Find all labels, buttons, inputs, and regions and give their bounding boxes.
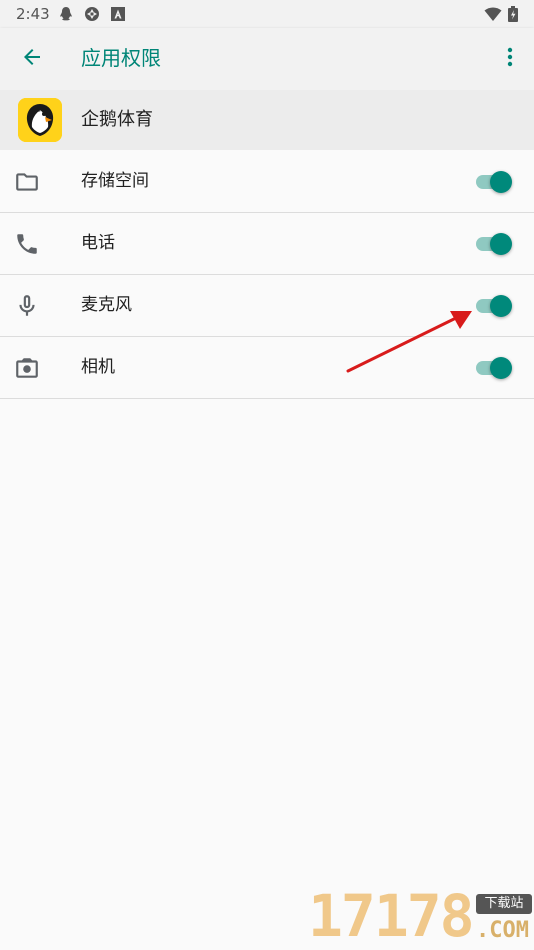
camera-toggle[interactable] [474, 355, 514, 381]
page-title: 应用权限 [81, 46, 161, 70]
permission-row-storage[interactable]: 存储空间 [0, 151, 534, 213]
penguin-notification-icon [58, 6, 74, 22]
status-bar: 2:43 [0, 0, 534, 28]
status-time: 2:43 [16, 5, 50, 23]
watermark-logo: 17178 下载站 .COM [300, 880, 534, 950]
phone-toggle[interactable] [474, 231, 514, 257]
more-vert-icon [498, 45, 522, 73]
app-logo-icon [18, 98, 62, 142]
microphone-icon [14, 293, 40, 319]
back-button[interactable] [18, 45, 46, 73]
microphone-toggle[interactable] [474, 293, 514, 319]
permission-label: 电话 [81, 233, 115, 253]
permission-label: 麦克风 [81, 295, 132, 315]
app-name: 企鹅体育 [81, 109, 153, 130]
aperture-icon [84, 6, 100, 22]
watermark-suffix: .COM [476, 918, 529, 943]
storage-toggle[interactable] [474, 169, 514, 195]
folder-icon [14, 169, 40, 195]
permission-label: 存储空间 [81, 171, 149, 191]
watermark-badge: 下载站 [476, 894, 532, 914]
permission-row-phone[interactable]: 电话 [0, 213, 534, 275]
more-options-button[interactable] [496, 45, 524, 73]
battery-icon [508, 6, 524, 22]
phone-icon [14, 231, 40, 257]
app-bar: 应用权限 [0, 28, 534, 90]
watermark-digits: 17178 [308, 882, 475, 950]
app-header: 企鹅体育 [0, 90, 534, 150]
camera-icon [14, 355, 40, 381]
arrow-back-icon [20, 45, 44, 73]
wifi-icon [484, 6, 502, 22]
text-a-icon [110, 6, 126, 22]
annotation-arrow [340, 305, 480, 379]
permission-label: 相机 [81, 357, 115, 377]
